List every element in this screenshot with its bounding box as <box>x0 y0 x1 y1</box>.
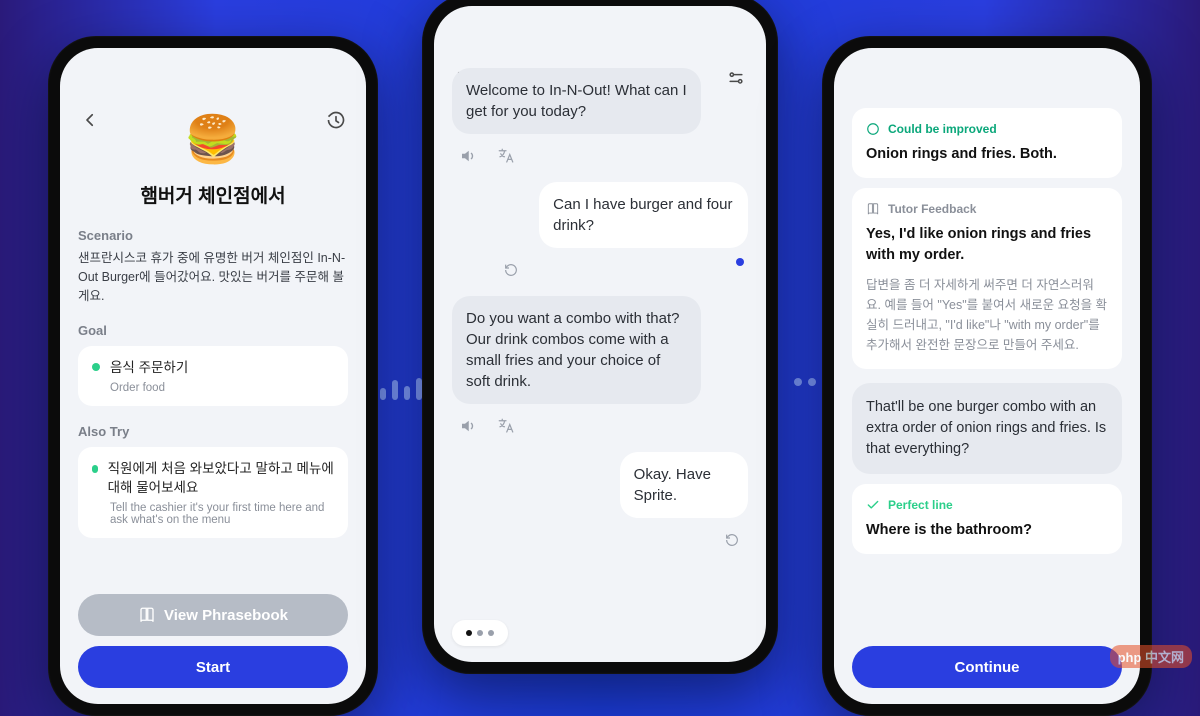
goal-ko: 음식 주문하기 <box>110 360 188 375</box>
bot-reply: That'll be one burger combo with an extr… <box>852 383 1122 474</box>
start-label: Start <box>196 659 230 676</box>
also-try-ko: 직원에게 처음 와보았다고 말하고 메뉴에 대해 물어보세요 <box>108 459 334 498</box>
user-message: Okay. Have Sprite. <box>620 452 748 518</box>
status-dot-icon <box>736 258 744 266</box>
could-improve-line: Onion rings and fries. Both. <box>866 144 1108 164</box>
continue-label: Continue <box>955 659 1020 676</box>
speaker-icon <box>459 147 477 165</box>
continue-button[interactable]: Continue <box>852 646 1122 688</box>
play-audio-button[interactable] <box>456 144 480 168</box>
refresh-icon <box>503 262 519 278</box>
view-phrasebook-button[interactable]: View Phrasebook <box>78 594 348 636</box>
start-button[interactable]: Start <box>78 646 348 688</box>
goal-en: Order food <box>92 382 334 394</box>
perfect-line-label: Perfect line <box>888 498 953 512</box>
refresh-icon <box>724 532 740 548</box>
speaker-icon <box>459 417 477 435</box>
retry-button[interactable] <box>499 258 523 282</box>
retry-button[interactable] <box>720 528 744 552</box>
typing-indicator <box>452 620 508 646</box>
phone-chat: 햄버거 체인점에서 Welcome to In-N-Out! What can … <box>422 0 778 674</box>
tutor-feedback-label: Tutor Feedback <box>888 202 976 216</box>
phone-scenario: 🍔 햄버거 체인점에서 Scenario 샌프란시스코 휴가 중에 유명한 버거… <box>48 36 378 716</box>
perfect-line-text: Where is the bathroom? <box>866 520 1108 540</box>
tutor-feedback-body: 답변을 좀 더 자세하게 써주면 더 자연스러워요. 예를 들어 "Yes"를 … <box>866 275 1108 355</box>
translate-button[interactable] <box>494 414 518 438</box>
goal-label: Goal <box>78 323 348 338</box>
improve-icon <box>866 122 880 136</box>
phone-feedback: 햄버거 체인점에서 Could be improved Onion rings … <box>822 36 1152 716</box>
tutor-feedback-card: Tutor Feedback Yes, I'd like onion rings… <box>852 188 1122 369</box>
check-icon <box>866 498 880 512</box>
watermark: php 中文网 <box>1110 645 1192 668</box>
also-try-en: Tell the cashier it's your first time he… <box>92 502 334 526</box>
also-try-card[interactable]: 직원에게 처음 와보았다고 말하고 메뉴에 대해 물어보세요 Tell the … <box>78 447 348 538</box>
bot-message: Welcome to In-N-Out! What can I get for … <box>452 68 701 134</box>
tutor-feedback-line: Yes, I'd like onion rings and fries with… <box>866 224 1108 265</box>
scenario-emoji: 🍔 <box>78 112 348 167</box>
could-improve-label: Could be improved <box>888 122 997 136</box>
scenario-text: 샌프란시스코 휴가 중에 유명한 버거 체인점인 In-N-Out Burger… <box>78 249 348 305</box>
bot-message: Do you want a combo with that? Our drink… <box>452 296 701 404</box>
perfect-line-card: Perfect line Where is the bathroom? <box>852 484 1122 554</box>
translate-icon <box>497 417 515 435</box>
scenario-title: 햄버거 체인점에서 <box>78 181 348 208</box>
book-icon <box>138 606 156 624</box>
user-message: Can I have burger and four drink? <box>539 182 748 248</box>
could-improve-card: Could be improved Onion rings and fries.… <box>852 108 1122 178</box>
also-try-label: Also Try <box>78 424 348 439</box>
view-phrasebook-label: View Phrasebook <box>164 607 288 624</box>
book-icon <box>866 202 880 216</box>
scenario-label: Scenario <box>78 228 348 243</box>
goal-card[interactable]: 음식 주문하기 Order food <box>78 346 348 406</box>
translate-button[interactable] <box>494 144 518 168</box>
play-audio-button[interactable] <box>456 414 480 438</box>
translate-icon <box>497 147 515 165</box>
bullet-dot-icon <box>92 363 100 371</box>
bullet-dot-icon <box>92 465 98 473</box>
